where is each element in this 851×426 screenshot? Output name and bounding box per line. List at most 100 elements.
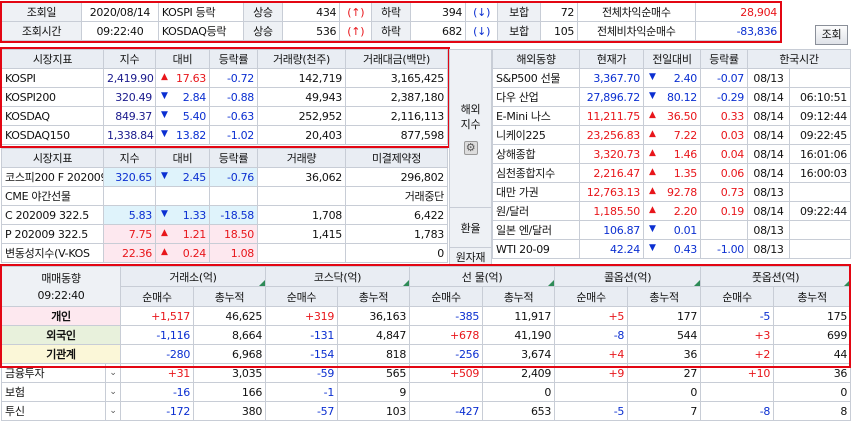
- table-row[interactable]: 투신 ⌄ -172 380 -57 103 -427 653 -5 7 -8 8: [0, 401, 851, 421]
- group-header-put[interactable]: 풋옵션(억): [700, 266, 851, 287]
- index-value: 1,338.84: [103, 125, 156, 145]
- investor-value: [409, 382, 484, 402]
- derivative-volume: 1,708: [257, 205, 346, 225]
- investor-name[interactable]: 투신 ⌄: [0, 401, 122, 421]
- table-row[interactable]: 심천종합지수2,216.471.350.0608/1416:00:03: [492, 163, 851, 183]
- table-row[interactable]: 외국인 -1,116 8,664 -131 4,847 +678 41,190 -8 544 +3…: [0, 325, 851, 345]
- table-row[interactable]: KOSPI200320.492.84-0.8849,9432,387,180: [1, 87, 448, 107]
- overseas-price: 23,256.83: [579, 125, 644, 145]
- derivative-change: 0.24: [155, 243, 210, 263]
- column-header: 순매수: [265, 286, 339, 307]
- overseas-change: 36.50: [643, 106, 701, 126]
- table-row[interactable]: 일본 엔/달러106.870.01 08/13: [492, 220, 851, 240]
- fall-label: 하락: [371, 21, 411, 41]
- investor-value: -8: [554, 325, 629, 345]
- table-row[interactable]: 상해종합3,320.731.460.0408/1416:01:06: [492, 144, 851, 164]
- table-row[interactable]: 변동성지수(V-KOS22.360.241.08 0: [1, 243, 448, 263]
- investor-name[interactable]: 금융투자 ⌄: [0, 363, 122, 383]
- overseas-date: 08/13: [747, 182, 790, 202]
- overseas-change: 1.35: [643, 163, 701, 183]
- down-arrow-icon: (↓): [465, 21, 499, 41]
- investor-value: 0: [627, 382, 702, 402]
- table-row[interactable]: 다우 산업27,896.7280.12-0.2908/1406:10:51: [492, 87, 851, 107]
- index-name: KOSDAQ: [1, 106, 104, 126]
- table-row[interactable]: WTI 20-0942.240.43-1.0008/13: [492, 239, 851, 259]
- group-header-kosdaq[interactable]: 코스닥(억): [265, 266, 411, 287]
- investor-name: 외국인: [0, 325, 122, 345]
- overseas-time: 16:00:03: [789, 163, 851, 183]
- query-button[interactable]: 조회: [815, 25, 848, 45]
- overseas-time: [789, 220, 851, 240]
- column-header: 현재가: [579, 49, 644, 69]
- table-row[interactable]: 기관계 -280 6,968 -154 818 -256 3,674 +4 36 +2 44: [0, 344, 851, 364]
- chevron-down-icon[interactable]: ⌄: [105, 383, 119, 401]
- down-arrow-icon: (↓): [465, 2, 499, 22]
- overseas-time: 09:22:44: [789, 201, 851, 221]
- table-row[interactable]: 개인 +1,517 46,625 +319 36,163 -385 11,917 +5 177-…: [0, 306, 851, 326]
- index-volume: 49,943: [257, 87, 346, 107]
- query-time-value[interactable]: 09:22:40: [81, 21, 159, 41]
- column-header: 거래량: [257, 148, 346, 168]
- overseas-indices-tab[interactable]: 해외지수 ⚙: [449, 49, 492, 208]
- investor-name[interactable]: 보험 ⌄: [0, 382, 122, 402]
- overseas-name: 니케이225: [492, 125, 580, 145]
- derivative-volume: [257, 186, 346, 206]
- column-header: 미결제약정: [345, 148, 448, 168]
- table-row[interactable]: 보험 ⌄ -16 166 -1 9 0 0 0: [0, 382, 851, 402]
- overseas-name: 상해종합: [492, 144, 580, 164]
- table-row[interactable]: E-Mini 나스11,211.7536.500.3308/1409:12:44: [492, 106, 851, 126]
- table-row[interactable]: P 202009 322.57.751.2118.501,4151,783: [1, 224, 448, 244]
- chevron-down-icon[interactable]: ⌄: [105, 402, 119, 420]
- table-row[interactable]: 원/달러1,185.502.200.1908/1409:22:44: [492, 201, 851, 221]
- group-header-call[interactable]: 콜옵션(억): [554, 266, 702, 287]
- overseas-rate: 0.06: [700, 163, 748, 183]
- group-header-futures[interactable]: 선 물(억): [409, 266, 556, 287]
- index-name: KOSPI: [1, 68, 104, 88]
- derivative-name: 변동성지수(V-KOS: [1, 243, 104, 263]
- table-row[interactable]: 니케이22523,256.837.220.0308/1409:22:45: [492, 125, 851, 145]
- chevron-down-icon[interactable]: ⌄: [105, 364, 119, 382]
- table-row[interactable]: KOSDAQ849.375.40-0.63252,9522,116,113: [1, 106, 448, 126]
- table-row[interactable]: KOSPI2,419.9017.63-0.72142,7193,165,425: [1, 68, 448, 88]
- index-value: 320.49: [103, 87, 156, 107]
- column-header: 대비: [155, 49, 210, 69]
- table-row[interactable]: 대만 가권12,763.1392.780.7308/13: [492, 182, 851, 202]
- gear-icon[interactable]: ⚙: [463, 141, 478, 155]
- table-row[interactable]: S&P500 선물3,367.702.40-0.0708/13: [492, 68, 851, 88]
- overseas-rate: 0.04: [700, 144, 748, 164]
- investor-value: 103: [337, 401, 411, 421]
- investor-value: 36,163: [337, 306, 411, 326]
- overseas-date: 08/14: [747, 125, 790, 145]
- investor-value: +509: [409, 363, 484, 383]
- derivative-value: 22.36: [103, 243, 156, 263]
- kosdaq-fall-count: 682: [409, 21, 467, 41]
- overseas-name: S&P500 선물: [492, 68, 580, 88]
- derivative-name: 코스피200 F 202009: [1, 167, 104, 187]
- derivative-name: C 202009 322.5: [1, 205, 104, 225]
- table-row[interactable]: 금융투자 ⌄ +31 3,035 -59 565 +509 2,409 +9 27 +10 36: [0, 363, 851, 383]
- investor-name: 기관계: [0, 344, 122, 364]
- table-row[interactable]: CME 야간선물 거래중단: [1, 186, 448, 206]
- investor-value: -57: [265, 401, 339, 421]
- fx-tab[interactable]: 환율: [449, 207, 492, 248]
- investor-value: +1,517: [120, 306, 195, 326]
- index-rate: -0.63: [209, 106, 258, 126]
- investor-value: 36: [773, 363, 851, 383]
- table-row[interactable]: KOSDAQ1501,338.8413.82-1.0220,403877,598: [1, 125, 448, 145]
- investor-value: -1,116: [120, 325, 195, 345]
- table-row[interactable]: C 202009 322.55.831.33-18.581,7086,422: [1, 205, 448, 225]
- investor-value: 177: [627, 306, 702, 326]
- index-amount: 3,165,425: [345, 68, 448, 88]
- query-date-value[interactable]: 2020/08/14: [81, 2, 159, 22]
- column-header: 지수: [103, 49, 156, 69]
- commodities-tab[interactable]: 원자재: [449, 247, 492, 267]
- table-row[interactable]: 코스피200 F 202009320.652.45-0.7636,062296,…: [1, 167, 448, 187]
- investor-value: -59: [265, 363, 339, 383]
- overseas-price: 106.87: [579, 220, 644, 240]
- investor-value: -256: [409, 344, 484, 364]
- overseas-time: 09:12:44: [789, 106, 851, 126]
- investor-value: 0: [773, 382, 851, 402]
- flat-label: 보합: [497, 21, 541, 41]
- group-header-kospi[interactable]: 거래소(억): [120, 266, 267, 287]
- investor-value: -8: [700, 401, 775, 421]
